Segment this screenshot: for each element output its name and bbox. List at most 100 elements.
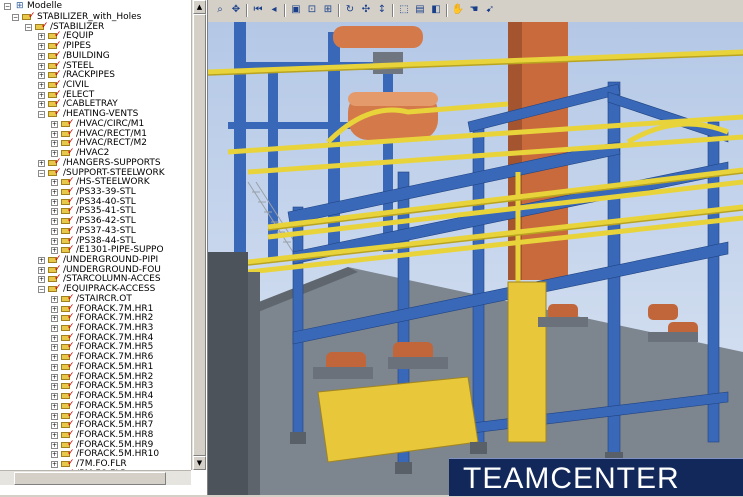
zoom-area-icon[interactable]: ⊞ bbox=[321, 3, 335, 17]
expand-toggle[interactable]: + bbox=[51, 120, 58, 128]
expand-toggle[interactable]: + bbox=[38, 257, 45, 264]
hand-alt-icon[interactable]: ☚ bbox=[467, 3, 481, 17]
expand-toggle[interactable]: + bbox=[51, 130, 58, 138]
tree-node-label: /HVAC2 bbox=[76, 148, 110, 159]
hand-icon[interactable]: ✋ bbox=[451, 3, 465, 17]
folder-checked-icon: ✓ bbox=[61, 225, 75, 235]
expand-toggle[interactable]: + bbox=[51, 334, 58, 342]
pan-icon[interactable]: ✥ bbox=[229, 3, 243, 17]
expand-toggle[interactable]: + bbox=[38, 43, 45, 51]
zoom-window-icon[interactable]: ▣ bbox=[289, 3, 303, 17]
select-icon[interactable]: ⬚ bbox=[397, 3, 411, 17]
expand-toggle[interactable]: + bbox=[51, 218, 58, 226]
expand-toggle[interactable]: + bbox=[38, 52, 45, 60]
expand-toggle[interactable]: + bbox=[38, 159, 45, 167]
collapse-toggle[interactable]: − bbox=[12, 14, 19, 21]
scroll-up-icon[interactable]: ▲ bbox=[193, 0, 206, 14]
tree-node-label: /STEEL bbox=[63, 60, 94, 71]
expand-toggle[interactable]: + bbox=[38, 276, 45, 284]
expand-toggle[interactable]: + bbox=[51, 295, 58, 303]
tree-node-label: /FORACK.5M.HR4 bbox=[76, 391, 154, 402]
expand-toggle[interactable]: + bbox=[51, 354, 58, 362]
expand-toggle[interactable]: + bbox=[51, 441, 58, 449]
model-tree-panel: − ⊞ Modelle − ✓ STABILIZER_with_Holes − ✓/ST… bbox=[0, 0, 208, 495]
expand-toggle[interactable]: + bbox=[51, 393, 58, 401]
folder-checked-icon: ✓ bbox=[48, 284, 62, 293]
expand-toggle[interactable]: + bbox=[51, 451, 58, 459]
expand-toggle[interactable]: + bbox=[38, 62, 45, 70]
expand-toggle[interactable]: + bbox=[51, 383, 58, 391]
expand-toggle[interactable]: + bbox=[51, 422, 58, 430]
folder-checked-icon: ✓ bbox=[48, 157, 62, 167]
horizontal-scroll-thumb[interactable] bbox=[14, 472, 166, 485]
expand-toggle[interactable]: + bbox=[51, 373, 58, 381]
expand-toggle[interactable]: + bbox=[51, 315, 58, 323]
expand-toggle[interactable]: + bbox=[38, 33, 45, 41]
expand-toggle[interactable]: + bbox=[51, 344, 58, 352]
expand-toggle[interactable]: + bbox=[51, 325, 58, 333]
tree-node-label: /PS37-43-STL bbox=[76, 225, 136, 236]
collapse-toggle[interactable]: − bbox=[38, 169, 45, 177]
expand-toggle[interactable]: + bbox=[38, 101, 45, 109]
rotate-icon[interactable]: ↻ bbox=[343, 3, 357, 17]
expand-toggle[interactable]: + bbox=[51, 412, 58, 420]
folder-checked-icon: ✓ bbox=[48, 167, 62, 177]
fly-icon[interactable]: ➹ bbox=[483, 3, 497, 17]
tree-node-label: /FORACK.7M.HR1 bbox=[76, 303, 154, 314]
toolbar-separator bbox=[284, 4, 286, 17]
expand-toggle[interactable]: + bbox=[51, 188, 58, 196]
expand-toggle[interactable]: + bbox=[51, 198, 58, 206]
toolbar-separator bbox=[446, 4, 448, 17]
horizontal-scrollbar[interactable] bbox=[0, 470, 191, 485]
expand-toggle[interactable]: + bbox=[51, 179, 58, 187]
tree-node-label: /FORACK.7M.HR3 bbox=[76, 323, 154, 334]
scroll-down-icon[interactable]: ▼ bbox=[193, 456, 206, 470]
collapse-toggle[interactable]: − bbox=[38, 111, 45, 119]
tree-node-label: /SUPPORT-STEELWORK bbox=[63, 167, 165, 178]
expand-toggle[interactable]: + bbox=[51, 431, 58, 439]
tree-node-label: /PS35-41-STL bbox=[76, 206, 136, 217]
first-icon[interactable]: ⏮ bbox=[251, 3, 265, 17]
collapse-toggle[interactable]: − bbox=[4, 3, 11, 10]
expand-toggle[interactable]: + bbox=[51, 208, 58, 216]
hide-icon[interactable]: ◧ bbox=[429, 3, 443, 17]
tree-node-label: /FORACK.5M.HR10 bbox=[76, 449, 160, 460]
collapse-toggle[interactable]: − bbox=[38, 286, 45, 294]
3d-viewport[interactable] bbox=[208, 22, 743, 495]
tree-node-label: /HVAC/RECT/M1 bbox=[76, 128, 147, 139]
expand-toggle[interactable]: + bbox=[51, 363, 58, 371]
expand-toggle[interactable]: + bbox=[38, 91, 45, 99]
tree-node-label: /FORACK.5M.HR2 bbox=[76, 371, 154, 382]
expand-toggle[interactable]: + bbox=[38, 266, 45, 274]
vertical-scroll-thumb[interactable] bbox=[193, 14, 206, 456]
tree-node-label: /UNDERGROUND-FOU bbox=[63, 264, 161, 275]
zoom-fit-icon[interactable]: ⊡ bbox=[305, 3, 319, 17]
models-icon: ⊞ bbox=[16, 1, 24, 11]
expand-toggle[interactable]: + bbox=[38, 72, 45, 80]
folder-checked-icon: ✓ bbox=[61, 352, 75, 361]
expand-toggle[interactable]: + bbox=[38, 82, 45, 90]
folder-checked-icon: ✓ bbox=[48, 109, 62, 118]
expand-toggle[interactable]: + bbox=[51, 402, 58, 410]
expand-toggle[interactable]: + bbox=[51, 305, 58, 313]
folder-checked-icon: ✓ bbox=[48, 255, 62, 264]
expand-toggle[interactable]: + bbox=[51, 237, 58, 245]
tree-root-label: Modelle bbox=[27, 1, 63, 11]
expand-toggle[interactable]: + bbox=[51, 227, 58, 235]
expand-toggle[interactable]: + bbox=[51, 461, 58, 469]
tree-node-label: /STAIRCR.OT bbox=[76, 293, 132, 304]
vertical-move-icon[interactable]: ↕ bbox=[375, 3, 389, 17]
expand-toggle[interactable]: + bbox=[51, 140, 58, 148]
plant-3d-model[interactable] bbox=[208, 22, 743, 495]
zoom-icon[interactable]: ⌕ bbox=[213, 3, 227, 17]
section-icon[interactable]: ▤ bbox=[413, 3, 427, 17]
folder-checked-icon: ✓ bbox=[48, 80, 62, 89]
vertical-scrollbar[interactable]: ▲ ▼ bbox=[191, 0, 206, 470]
back-icon[interactable]: ◂ bbox=[267, 3, 281, 17]
tree-node-label: /FORACK.5M.HR3 bbox=[76, 381, 154, 392]
navigate-icon[interactable]: ✣ bbox=[359, 3, 373, 17]
folder-checked-icon: ✓ bbox=[48, 41, 62, 50]
tree-node-label: /FORACK.5M.HR1 bbox=[76, 361, 154, 372]
tree-node-label: /HS-STEELWORK bbox=[76, 177, 150, 188]
collapse-toggle[interactable]: − bbox=[25, 23, 32, 31]
